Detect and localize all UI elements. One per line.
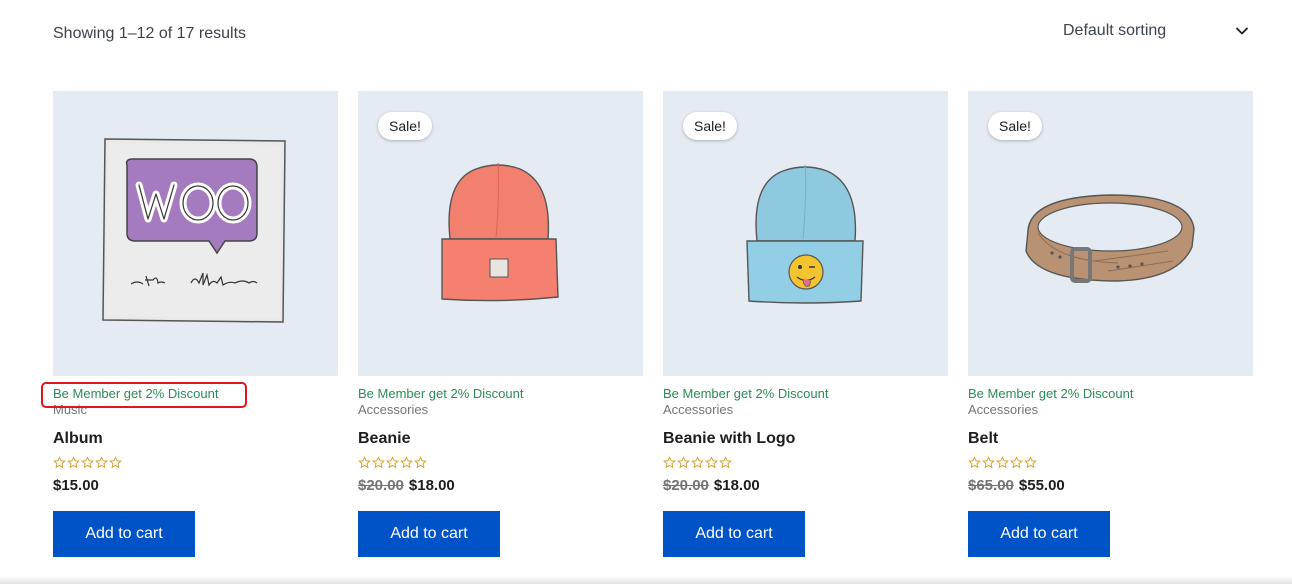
product-category: Accessories xyxy=(358,402,429,417)
star-icon xyxy=(372,456,385,469)
add-to-cart-button[interactable]: Add to cart xyxy=(663,511,805,557)
sale-badge: Sale! xyxy=(683,112,737,140)
member-discount-text: Be Member get 2% Discount xyxy=(968,386,1134,401)
price-current: $18.00 xyxy=(408,477,455,494)
price-current: $18.00 xyxy=(713,477,760,494)
product-image-link[interactable]: Sale! xyxy=(358,91,643,376)
product-card: Sale! Be Member get 2% Discount Accessor… xyxy=(358,91,643,557)
star-icon xyxy=(996,456,1009,469)
star-icon xyxy=(81,456,94,469)
product-category: Accessories xyxy=(663,402,734,417)
product-title[interactable]: Beanie xyxy=(358,430,643,448)
product-image-link[interactable] xyxy=(53,91,338,376)
price-regular: $20.00 xyxy=(663,477,709,494)
star-icon xyxy=(109,456,122,469)
product-category: Accessories xyxy=(968,402,1039,417)
product-price: $15.00 xyxy=(53,477,338,495)
star-icon xyxy=(705,456,718,469)
product-card: Sale! Be Member get 2% Discount Accessor… xyxy=(663,91,948,557)
product-title[interactable]: Beanie with Logo xyxy=(663,430,948,448)
star-icon xyxy=(414,456,427,469)
product-card: Be Member get 2% Discount Music Album $1… xyxy=(41,91,338,557)
product-price: $20.00 $18.00 xyxy=(663,477,948,495)
page-bottom-shadow xyxy=(0,576,1292,584)
star-icon xyxy=(1024,456,1037,469)
star-rating xyxy=(968,456,1253,472)
star-icon xyxy=(400,456,413,469)
star-icon xyxy=(982,456,995,469)
price-current: $55.00 xyxy=(1018,477,1065,494)
star-icon xyxy=(386,456,399,469)
price-regular: $65.00 xyxy=(968,477,1014,494)
member-discount-text: Be Member get 2% Discount xyxy=(358,386,524,401)
star-icon xyxy=(67,456,80,469)
add-to-cart-button[interactable]: Add to cart xyxy=(358,511,500,557)
star-icon xyxy=(663,456,676,469)
star-icon xyxy=(1010,456,1023,469)
price-regular: $20.00 xyxy=(358,477,404,494)
product-title[interactable]: Album xyxy=(53,430,338,448)
add-to-cart-button[interactable]: Add to cart xyxy=(968,511,1110,557)
product-title[interactable]: Belt xyxy=(968,430,1253,448)
star-icon xyxy=(358,456,371,469)
member-discount-text: Be Member get 2% Discount xyxy=(41,382,338,408)
star-icon xyxy=(719,456,732,469)
sale-badge: Sale! xyxy=(378,112,432,140)
star-icon xyxy=(677,456,690,469)
product-price: $20.00 $18.00 xyxy=(358,477,643,495)
star-rating xyxy=(358,456,643,472)
star-icon xyxy=(95,456,108,469)
product-image-link[interactable]: Sale! xyxy=(968,91,1253,376)
star-icon xyxy=(53,456,66,469)
chevron-down-icon xyxy=(1236,27,1248,35)
product-card: Sale! Be Member get 2% Discount Accessor… xyxy=(968,91,1253,557)
star-rating xyxy=(53,456,338,472)
product-image-link[interactable]: Sale! xyxy=(663,91,948,376)
price-current: $15.00 xyxy=(53,477,99,494)
sale-badge: Sale! xyxy=(988,112,1042,140)
add-to-cart-button[interactable]: Add to cart xyxy=(53,511,195,557)
star-icon xyxy=(968,456,981,469)
woo-album-icon xyxy=(102,138,286,323)
member-discount-text: Be Member get 2% Discount xyxy=(663,386,829,401)
sort-select-value: Default sorting xyxy=(1063,22,1167,39)
sort-select[interactable]: Default sorting xyxy=(1063,18,1253,46)
star-rating xyxy=(663,456,948,472)
product-price: $65.00 $55.00 xyxy=(968,477,1253,495)
result-count: Showing 1–12 of 17 results xyxy=(53,25,247,42)
star-icon xyxy=(691,456,704,469)
product-category: Music xyxy=(53,402,87,417)
